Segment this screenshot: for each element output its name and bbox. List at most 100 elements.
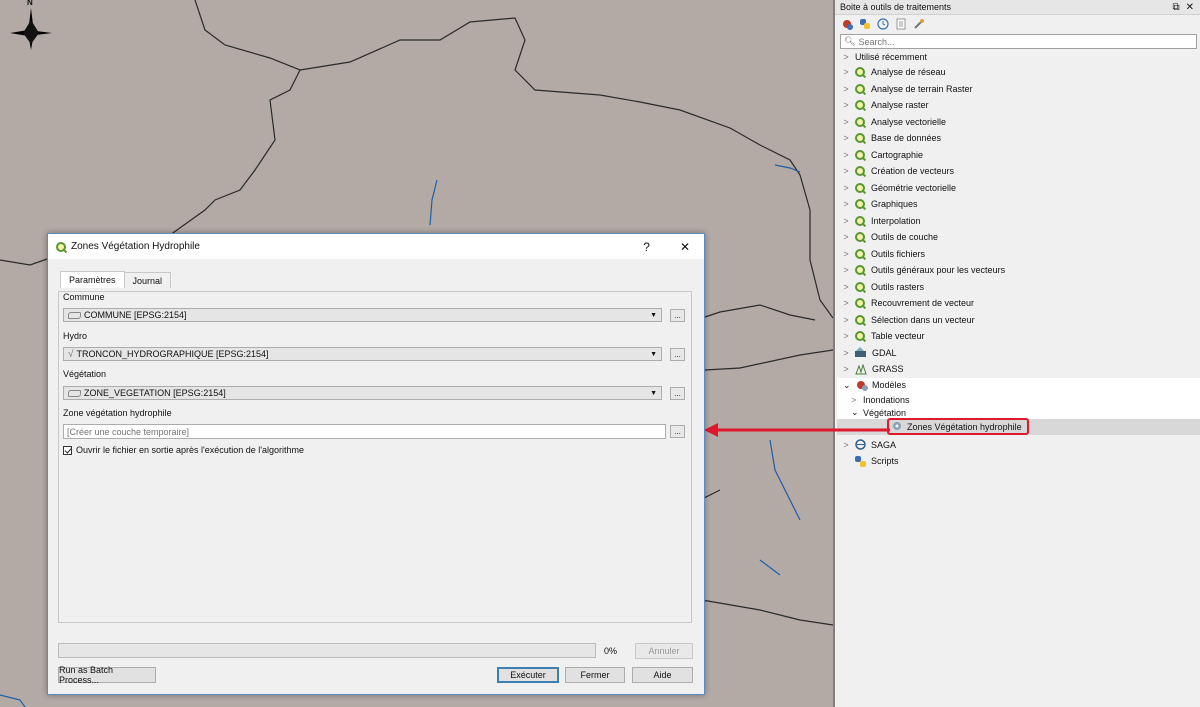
dropdown-arrow-icon[interactable]: ▼ <box>650 351 657 358</box>
tree-item-label: Scripts <box>871 456 899 467</box>
tree-item-provider[interactable]: > Analyse vectorielle <box>835 114 1200 131</box>
tree-item-scripts[interactable]: Scripts <box>835 453 1200 470</box>
models-gear-icon[interactable] <box>841 18 853 30</box>
tree-item-provider[interactable]: > Recouvrement de vecteur <box>835 295 1200 312</box>
output-browse-button[interactable]: ... <box>670 425 685 438</box>
chevron-right-icon[interactable]: > <box>841 166 851 176</box>
qgis-logo-icon <box>855 281 865 292</box>
tree-item-provider[interactable]: > Création de vecteurs <box>835 163 1200 180</box>
selected-model-highlight[interactable]: Zones Végétation hydrophile <box>887 418 1029 435</box>
tree-item-provider[interactable]: > Outils de couche <box>835 229 1200 246</box>
tree-item-inondations[interactable]: > Inondations <box>837 393 1200 407</box>
tree-item-provider[interactable]: > Géométrie vectorielle <box>835 180 1200 197</box>
qgis-logo-icon <box>855 215 865 226</box>
tree-item-provider[interactable]: > Sélection dans un vecteur <box>835 312 1200 329</box>
batch-process-button[interactable]: Run as Batch Process... <box>58 665 156 685</box>
algorithm-dialog: Zones Végétation Hydrophile ? ✕ Paramètr… <box>47 233 705 695</box>
chevron-right-icon[interactable]: > <box>841 232 851 242</box>
tree-item-provider[interactable]: > Cartographie <box>835 147 1200 164</box>
tree-item-provider[interactable]: > Table vecteur <box>835 328 1200 345</box>
cancel-button[interactable]: Annuler <box>635 643 693 659</box>
tree-item-provider[interactable]: > Analyse raster <box>835 97 1200 114</box>
python-scripts-icon[interactable] <box>859 18 871 30</box>
chevron-down-icon[interactable]: ⌄ <box>843 380 853 391</box>
line-layer-icon: √ <box>68 348 74 360</box>
history-clock-icon[interactable] <box>877 17 889 30</box>
chevron-right-icon[interactable]: > <box>841 199 851 209</box>
vegetation-browse-button[interactable]: ... <box>670 387 685 400</box>
chevron-right-icon[interactable]: > <box>841 348 851 358</box>
tree-item-vegetation[interactable]: ⌄ Végétation <box>837 407 1200 419</box>
chevron-right-icon[interactable]: > <box>841 364 851 374</box>
toolbox-toolbar <box>835 15 1200 32</box>
commune-select[interactable]: COMMUNE [EPSG:2154] ▼ <box>63 308 662 322</box>
commune-value: COMMUNE [EPSG:2154] <box>84 310 187 320</box>
vegetation-select[interactable]: ZONE_VEGETATION [EPSG:2154] ▼ <box>63 386 662 400</box>
tree-item-provider[interactable]: > Graphiques <box>835 196 1200 213</box>
tree-item-label: Création de vecteurs <box>871 166 955 177</box>
help-dialog-button[interactable]: Aide <box>632 667 693 683</box>
close-button[interactable]: Fermer <box>565 667 625 683</box>
tab-parametres[interactable]: Paramètres <box>60 271 125 288</box>
tree-item-provider[interactable]: > Outils fichiers <box>835 246 1200 263</box>
output-field[interactable] <box>63 424 666 439</box>
chevron-right-icon[interactable]: > <box>841 183 851 193</box>
hydro-browse-button[interactable]: ... <box>670 348 685 361</box>
chevron-right-icon[interactable]: > <box>841 315 851 325</box>
toolbox-titlebar: Boite à outils de traitements ⧉ ✕ <box>835 0 1200 15</box>
qgis-logo-icon <box>855 182 865 193</box>
tree-item-provider[interactable]: > Analyse de terrain Raster <box>835 81 1200 98</box>
qgis-logo-icon <box>56 241 66 252</box>
tree-item-gdal[interactable]: > GDAL <box>835 345 1200 362</box>
dropdown-arrow-icon[interactable]: ▼ <box>650 312 657 319</box>
toolbox-search[interactable]: 🔍︎ <box>840 34 1197 49</box>
tree-item-label: Analyse de terrain Raster <box>871 83 973 94</box>
checkbox-checked-icon[interactable] <box>63 445 72 455</box>
tree-item-provider[interactable]: > Outils rasters <box>835 279 1200 296</box>
tree-item-models[interactable]: ⌄ Modèles <box>837 378 1200 393</box>
options-wrench-icon[interactable] <box>913 18 925 30</box>
commune-browse-button[interactable]: ... <box>670 309 685 322</box>
tree-item-label: GRASS <box>872 364 904 375</box>
open-output-checkbox[interactable]: Ouvrir le fichier en sortie après l'exéc… <box>63 445 304 455</box>
search-input[interactable] <box>855 36 1159 47</box>
tree-item-label: Analyse raster <box>871 100 929 111</box>
chevron-right-icon[interactable]: > <box>841 331 851 341</box>
help-button[interactable]: ? <box>643 240 650 254</box>
chevron-right-icon[interactable]: > <box>841 117 851 127</box>
tree-item-label: Analyse de réseau <box>871 67 946 78</box>
chevron-right-icon[interactable]: > <box>841 52 851 62</box>
tree-item-provider[interactable]: > Base de données <box>835 130 1200 147</box>
tree-item-grass[interactable]: > GRASS <box>835 361 1200 378</box>
chevron-right-icon[interactable]: > <box>841 265 851 275</box>
qgis-logo-icon <box>855 298 865 309</box>
chevron-right-icon[interactable]: > <box>841 67 851 77</box>
tree-item-provider[interactable]: > Analyse de réseau <box>835 64 1200 81</box>
hydro-select[interactable]: √ TRONCON_HYDROGRAPHIQUE [EPSG:2154] ▼ <box>63 347 662 361</box>
chevron-right-icon[interactable]: > <box>851 395 863 405</box>
results-document-icon[interactable] <box>895 18 907 30</box>
chevron-right-icon[interactable]: > <box>841 249 851 259</box>
tree-item-label: Sélection dans un vecteur <box>871 314 975 325</box>
chevron-right-icon[interactable]: > <box>841 216 851 226</box>
tree-item-provider[interactable]: > Interpolation <box>835 213 1200 230</box>
chevron-right-icon[interactable]: > <box>841 150 851 160</box>
chevron-right-icon[interactable]: > <box>841 440 851 450</box>
chevron-right-icon[interactable]: > <box>841 298 851 308</box>
dialog-tabs: Paramètres Journal <box>60 271 704 288</box>
chevron-right-icon[interactable]: > <box>841 282 851 292</box>
close-icon[interactable]: ✕ <box>680 240 690 254</box>
close-panel-icon[interactable]: ✕ <box>1186 2 1194 13</box>
float-panel-icon[interactable]: ⧉ <box>1172 2 1179 13</box>
chevron-right-icon[interactable]: > <box>841 100 851 110</box>
qgis-logo-icon <box>855 199 865 210</box>
chevron-right-icon[interactable]: > <box>841 84 851 94</box>
run-button[interactable]: Exécuter <box>497 667 559 683</box>
tree-item-recent[interactable]: > Utilisé récemment <box>835 50 1200 64</box>
chevron-down-icon[interactable]: ⌄ <box>851 407 863 418</box>
chevron-right-icon[interactable]: > <box>841 133 851 143</box>
dropdown-arrow-icon[interactable]: ▼ <box>650 390 657 397</box>
tree-item-provider[interactable]: > Outils généraux pour les vecteurs <box>835 262 1200 279</box>
tab-journal[interactable]: Journal <box>123 272 172 288</box>
tree-item-label: GDAL <box>872 347 897 358</box>
